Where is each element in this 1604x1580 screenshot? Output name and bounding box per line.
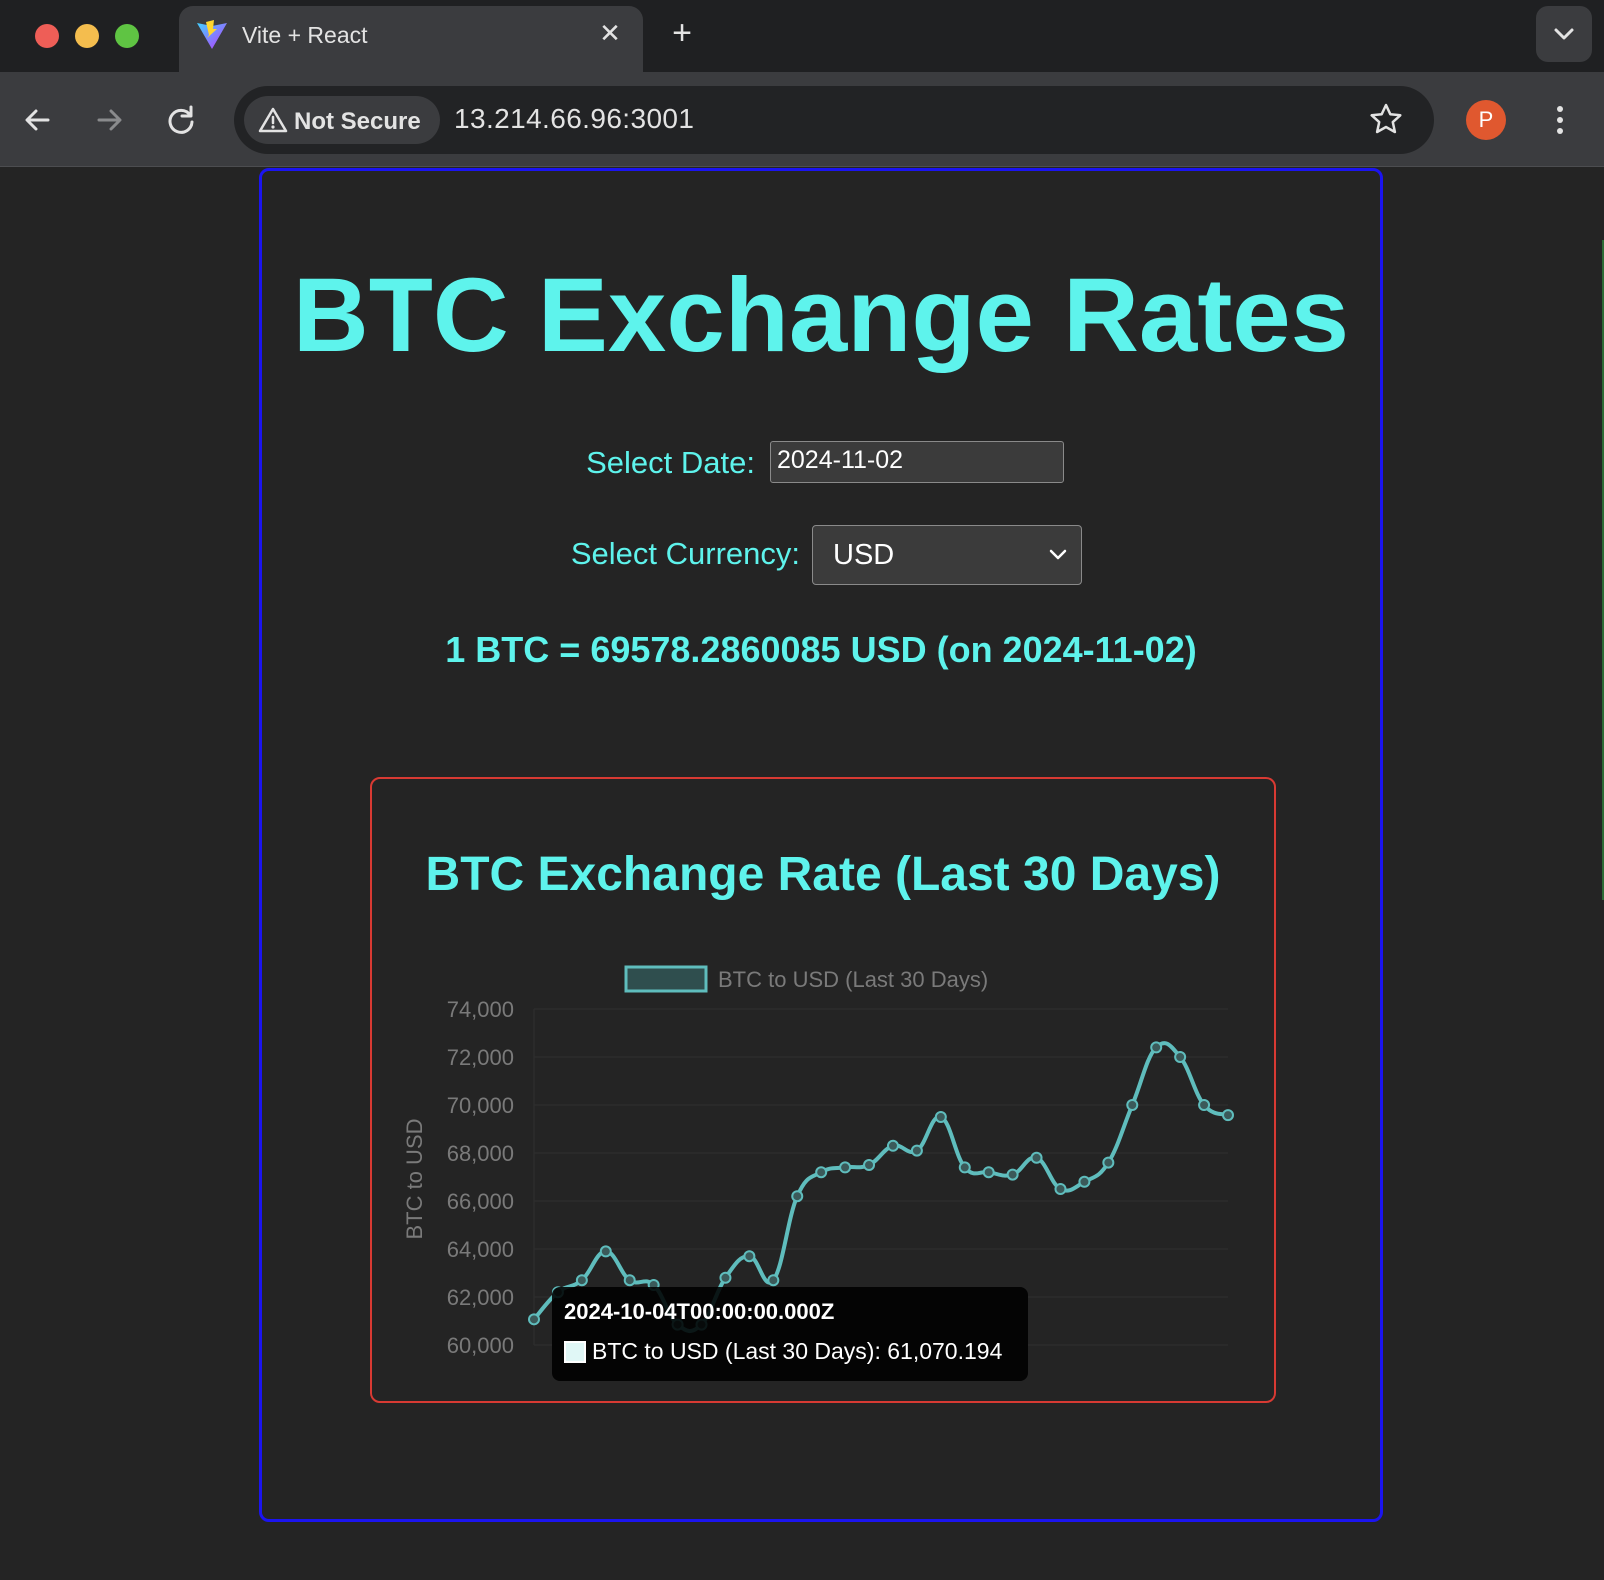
y-tick-label: 60,000 xyxy=(447,1333,514,1358)
chart-card: BTC Exchange Rate (Last 30 Days) BTC to … xyxy=(370,777,1276,1403)
data-point[interactable] xyxy=(958,1161,971,1174)
y-tick-label: 64,000 xyxy=(447,1237,514,1262)
y-tick-label: 74,000 xyxy=(447,997,514,1022)
y-tick-label: 68,000 xyxy=(447,1141,514,1166)
minimize-window-button[interactable] xyxy=(75,24,99,48)
data-point[interactable] xyxy=(886,1139,899,1152)
url-text[interactable]: 13.214.66.96:3001 xyxy=(454,103,694,135)
currency-value: USD xyxy=(833,539,895,571)
data-point[interactable] xyxy=(1102,1156,1115,1169)
data-point[interactable] xyxy=(910,1144,923,1157)
data-point[interactable] xyxy=(815,1166,828,1179)
warning-icon xyxy=(258,107,288,133)
star-icon[interactable] xyxy=(1366,100,1406,140)
data-point[interactable] xyxy=(767,1274,780,1287)
y-axis-label: BTC to USD xyxy=(402,1118,427,1239)
date-row: Select Date: 2024-11-02 xyxy=(262,441,1380,485)
data-point[interactable] xyxy=(1174,1051,1187,1063)
chevron-down-icon xyxy=(1049,549,1067,560)
rate-result: 1 BTC = 69578.2860085 USD (on 2024-11-02… xyxy=(445,629,1197,670)
tooltip-swatch xyxy=(564,1341,586,1363)
browser-tab[interactable]: Vite + React ✕ xyxy=(179,6,643,72)
currency-row: Select Currency: USD xyxy=(262,525,1380,585)
data-point[interactable] xyxy=(1150,1041,1163,1054)
y-tick-label: 70,000 xyxy=(447,1093,514,1118)
security-chip[interactable]: Not Secure xyxy=(244,96,440,144)
data-point[interactable] xyxy=(1222,1109,1234,1122)
tooltip-title: 2024-10-04T00:00:00.000Z xyxy=(564,1299,835,1324)
data-point[interactable] xyxy=(575,1274,588,1287)
maximize-window-button[interactable] xyxy=(115,24,139,48)
data-point[interactable] xyxy=(1198,1099,1211,1111)
data-point[interactable] xyxy=(599,1245,612,1258)
data-point[interactable] xyxy=(934,1111,947,1123)
security-label: Not Secure xyxy=(294,108,421,135)
tab-title: Vite + React xyxy=(242,22,368,48)
data-point[interactable] xyxy=(1126,1099,1139,1111)
date-label: Select Date: xyxy=(586,445,755,480)
plus-icon[interactable]: + xyxy=(665,16,699,50)
legend-swatch[interactable] xyxy=(624,965,708,993)
data-point[interactable] xyxy=(1078,1175,1091,1188)
reload-icon[interactable] xyxy=(161,100,201,140)
data-point[interactable] xyxy=(743,1250,756,1263)
currency-label: Select Currency: xyxy=(570,536,800,571)
data-point[interactable] xyxy=(791,1190,804,1203)
data-point[interactable] xyxy=(528,1313,540,1326)
chart-tooltip: 2024-10-04T00:00:00.000Z BTC to USD (Las… xyxy=(552,1287,1028,1381)
currency-select[interactable]: USD xyxy=(812,525,1082,585)
data-point[interactable] xyxy=(1006,1168,1019,1181)
tab-search-button[interactable] xyxy=(1536,6,1592,62)
y-tick-label: 62,000 xyxy=(447,1285,514,1310)
tab-strip: Vite + React ✕ + xyxy=(0,0,1604,72)
legend-label[interactable]: BTC to USD (Last 30 Days) xyxy=(718,967,988,992)
data-point[interactable] xyxy=(863,1159,876,1171)
close-window-button[interactable] xyxy=(35,24,59,48)
back-arrow-icon[interactable] xyxy=(18,100,58,140)
more-vert-icon[interactable] xyxy=(1540,100,1580,140)
app-container: BTC Exchange Rates Select Date: 2024-11-… xyxy=(259,168,1383,1522)
y-tick-label: 66,000 xyxy=(447,1189,514,1214)
vite-icon xyxy=(197,20,227,49)
tooltip-body: BTC to USD (Last 30 Days): 61,070.194 xyxy=(592,1338,1003,1364)
date-input[interactable]: 2024-11-02 xyxy=(770,441,1064,483)
y-tick-label: 72,000 xyxy=(447,1045,514,1070)
data-point[interactable] xyxy=(839,1161,852,1174)
data-point[interactable] xyxy=(719,1271,732,1284)
data-point[interactable] xyxy=(623,1274,636,1287)
page-title: BTC Exchange Rates xyxy=(292,257,1350,374)
data-point[interactable] xyxy=(1030,1151,1043,1164)
browser-toolbar: Not Secure 13.214.66.96:3001 xyxy=(0,72,1604,167)
chevron-down-icon xyxy=(1554,28,1574,40)
data-point[interactable] xyxy=(982,1166,995,1179)
data-point[interactable] xyxy=(1054,1183,1067,1195)
avatar[interactable]: P xyxy=(1466,100,1506,140)
address-bar[interactable]: Not Secure 13.214.66.96:3001 xyxy=(234,86,1434,154)
close-icon[interactable]: ✕ xyxy=(595,18,625,48)
forward-arrow-icon[interactable] xyxy=(89,100,129,140)
